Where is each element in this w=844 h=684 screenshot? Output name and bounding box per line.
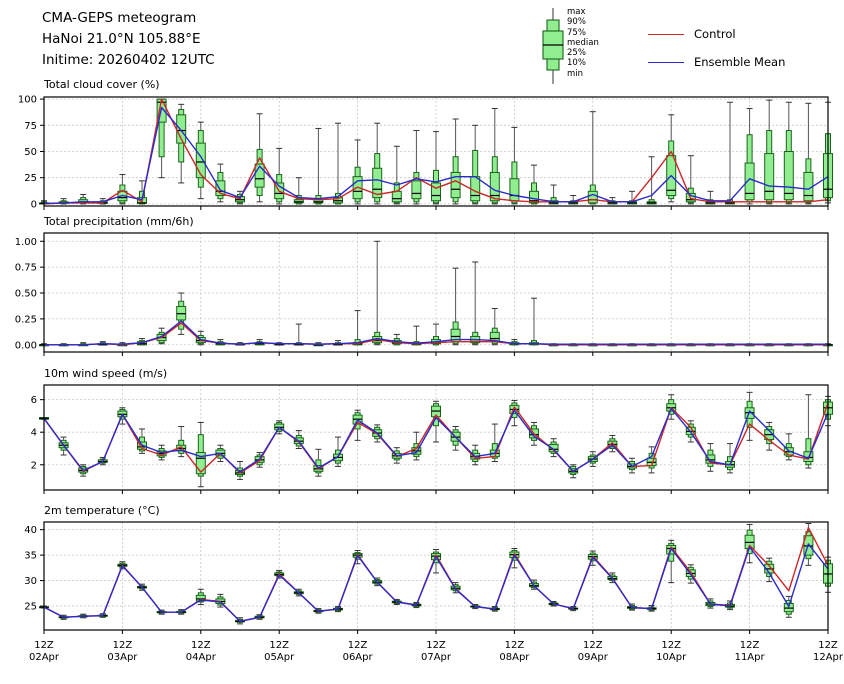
svg-text:07Apr: 07Apr [421,652,452,663]
svg-text:2: 2 [31,460,37,471]
meteogram-canvas: 0 25 50 75 100 0.00 0.25 0.50 0.75 1.00 2 4 6 25 30 35 4… [0,0,844,684]
svg-text:05Apr: 05Apr [264,652,295,663]
svg-text:0.00: 0.00 [15,340,37,351]
meteogram-page: CMA-GEPS meteogram HaNoi 21.0°N 105.88°E… [0,0,844,680]
svg-text:12Z: 12Z [505,640,525,651]
meteogram-svg: 0 25 50 75 100 0.00 0.25 0.50 0.75 1.00 2 4 6 25 30 35 4… [15,95,844,663]
svg-text:30: 30 [24,576,37,587]
svg-text:40: 40 [24,525,37,536]
svg-text:09Apr: 09Apr [578,652,609,663]
svg-text:6: 6 [31,395,37,406]
svg-text:35: 35 [24,551,37,562]
svg-text:12Z: 12Z [740,640,760,651]
svg-text:12Z: 12Z [818,640,838,651]
svg-text:11Apr: 11Apr [735,652,766,663]
svg-text:03Apr: 03Apr [107,652,138,663]
svg-text:12Z: 12Z [583,640,603,651]
svg-text:12Z: 12Z [269,640,289,651]
svg-text:12Z: 12Z [34,640,54,651]
svg-text:75: 75 [24,121,37,132]
svg-text:06Apr: 06Apr [343,652,374,663]
svg-text:12Z: 12Z [113,640,133,651]
svg-text:12Z: 12Z [348,640,368,651]
svg-text:0: 0 [31,199,37,210]
svg-text:12Z: 12Z [191,640,211,651]
svg-text:0.50: 0.50 [15,289,37,300]
svg-text:50: 50 [24,147,37,158]
svg-text:4: 4 [31,428,37,439]
panel-0: 0 25 50 75 100 [18,95,833,210]
svg-text:25: 25 [24,602,37,613]
svg-text:04Apr: 04Apr [186,652,217,663]
svg-text:0.25: 0.25 [15,314,37,325]
svg-text:100: 100 [18,95,37,106]
panel-1: 0.00 0.25 0.50 0.75 1.00 [15,232,833,356]
svg-text:02Apr: 02Apr [29,652,60,663]
svg-text:25: 25 [24,173,37,184]
panel-2: 2 4 6 [31,384,833,494]
svg-text:12Z: 12Z [661,640,681,651]
svg-text:1.00: 1.00 [15,237,37,248]
svg-text:10Apr: 10Apr [656,652,687,663]
svg-text:08Apr: 08Apr [499,652,530,663]
svg-text:12Apr: 12Apr [813,652,844,663]
svg-text:12Z: 12Z [426,640,446,651]
svg-text:0.75: 0.75 [15,263,37,274]
panel-3: 2530354012Z02Apr12Z03Apr12Z04Apr12Z05Apr… [24,521,844,663]
